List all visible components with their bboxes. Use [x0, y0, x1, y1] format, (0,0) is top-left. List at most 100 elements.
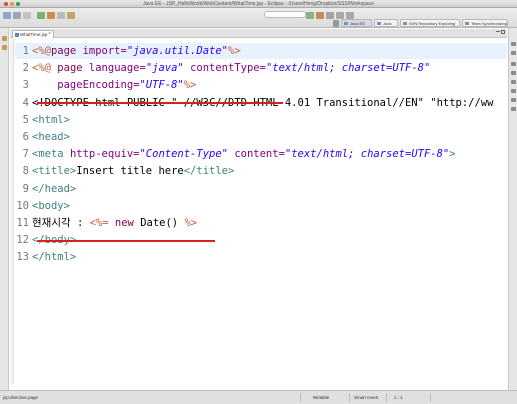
annotation-underline — [37, 102, 283, 104]
code-token: new — [114, 217, 141, 229]
code-line[interactable]: 13 </html> — [15, 249, 507, 265]
markers-icon[interactable] — [511, 62, 516, 66]
save-icon[interactable] — [13, 12, 21, 19]
perspective-label: Java — [383, 21, 392, 26]
code-token: %> — [183, 79, 197, 92]
main-toolbar: Java EE Java SVN Repository Exploring Te… — [0, 8, 517, 28]
code-token: > — [449, 148, 456, 161]
code-line[interactable]: 8 <title>Insert title here</title> — [15, 163, 507, 179]
code-token: <title> — [32, 165, 77, 178]
code-token: "java" — [145, 62, 191, 75]
code-token: </title> — [183, 165, 235, 178]
code-token: <%@ — [32, 45, 51, 57]
line-number: 9 — [22, 182, 29, 195]
print-icon[interactable] — [23, 12, 31, 19]
perspective-java-ee[interactable]: Java EE — [341, 19, 372, 27]
code-token: Insert title here — [76, 165, 184, 178]
code-token: <%@ — [32, 62, 58, 75]
window-titlebar: Java EE - JSP_HelloWorld/WebContent/What… — [0, 0, 517, 8]
line-number: 2 — [22, 62, 29, 75]
perspective-label: Java EE — [350, 21, 365, 26]
perspective-svn[interactable]: SVN Repository Exploring — [400, 19, 460, 27]
code-line[interactable]: 10 <body> — [15, 198, 507, 214]
status-insert-mode: Smart Insert — [354, 395, 379, 400]
right-trim-bar — [508, 28, 517, 390]
line-number: 13 — [16, 251, 29, 264]
code-token: "UTF-8" — [139, 79, 184, 92]
code-token: "Content-Type" — [139, 148, 235, 161]
code-line[interactable]: 6 <head> — [15, 129, 507, 145]
properties-icon[interactable] — [511, 71, 516, 75]
editor-tab-label: WhatTime.jsp — [20, 32, 48, 37]
code-token: page — [50, 45, 83, 57]
outline-icon[interactable] — [511, 42, 516, 46]
code-token: %> — [184, 217, 198, 229]
line-number: 5 — [22, 113, 29, 126]
perspective-java[interactable]: Java — [374, 19, 398, 27]
java-ee-perspective-icon — [344, 22, 348, 25]
jsp-file-icon — [15, 33, 19, 37]
code-line[interactable]: 3 pageEncoding="UTF-8"%> — [15, 77, 507, 93]
open-type-icon[interactable] — [67, 12, 75, 19]
team-sync-perspective-icon — [465, 22, 469, 25]
task-list-icon[interactable] — [511, 51, 516, 55]
line-number: 12 — [16, 234, 29, 247]
code-token: Date() — [140, 217, 185, 229]
minimize-editor-icon[interactable] — [496, 31, 500, 32]
nav-back-icon[interactable] — [336, 12, 344, 19]
search-icon[interactable] — [57, 12, 65, 19]
code-token: pageEncoding= — [32, 79, 140, 92]
left-trim-bar — [0, 28, 9, 390]
code-token: page — [57, 62, 89, 75]
servers-icon[interactable] — [511, 80, 516, 84]
code-line[interactable]: 9 </head> — [15, 181, 507, 197]
code-line[interactable]: 5 <html> — [15, 112, 507, 128]
status-separator — [386, 393, 387, 402]
line-number: 10 — [16, 199, 29, 212]
nav-forward-icon[interactable] — [346, 12, 354, 19]
perspective-team-sync[interactable]: Team Synchronizing — [462, 19, 508, 27]
new-icon[interactable] — [3, 12, 11, 19]
annotation-icon[interactable] — [326, 12, 334, 19]
code-line[interactable]: 11 현재시각 : <%= new Date() %> — [15, 215, 507, 231]
code-line[interactable]: 1 <%@page import="java.util.Date"%> — [15, 43, 507, 59]
code-token: 현재시각 : — [32, 217, 90, 229]
window-title: Java EE - JSP_HelloWorld/WebContent/What… — [142, 1, 374, 7]
status-separator — [349, 393, 350, 402]
annotation-ruler — [10, 39, 14, 384]
run-icon[interactable] — [37, 12, 45, 19]
code-token: "text/html; charset=UTF-8" — [265, 62, 431, 75]
code-token: </head> — [32, 182, 77, 195]
code-token: <%= — [89, 217, 115, 229]
data-source-icon[interactable] — [511, 89, 516, 93]
server-icon[interactable] — [306, 12, 314, 19]
code-line[interactable]: 2 <%@ page language="java" contentType="t… — [15, 60, 507, 76]
code-line[interactable]: 7 <meta http-equiv="Content-Type" content… — [15, 146, 507, 162]
line-number: 4 — [22, 96, 29, 109]
restore-view-icon[interactable] — [2, 36, 7, 41]
code-token: "text/html; charset=UTF-8" — [284, 148, 450, 161]
open-perspective-icon[interactable] — [333, 20, 339, 27]
status-separator — [430, 393, 431, 402]
debug-icon[interactable] — [47, 12, 55, 19]
maximize-editor-icon[interactable] — [501, 30, 505, 34]
code-editor[interactable]: 1 <%@page import="java.util.Date"%> 2 <%@ p… — [10, 39, 507, 384]
snippets-icon[interactable] — [511, 98, 516, 102]
perspective-label: SVN Repository Exploring — [409, 21, 456, 26]
quick-access-field[interactable] — [264, 11, 306, 18]
line-number: 11 — [16, 217, 29, 229]
line-number: 6 — [22, 131, 29, 143]
java-perspective-icon — [377, 22, 381, 25]
code-token: http-equiv= — [69, 148, 140, 161]
external-tools-icon[interactable] — [316, 12, 324, 19]
close-tab-icon[interactable]: × — [48, 31, 51, 38]
editor-tabbar: WhatTime.jsp × — [10, 29, 507, 38]
console-icon[interactable] — [511, 107, 516, 111]
code-token: </html> — [32, 251, 77, 264]
code-token: language= — [88, 62, 146, 75]
line-number: 1 — [22, 45, 29, 57]
editor-tab-whattime[interactable]: WhatTime.jsp × — [12, 30, 54, 38]
line-number: 7 — [22, 148, 29, 161]
code-token: <body> — [32, 199, 70, 212]
project-explorer-icon[interactable] — [2, 45, 7, 50]
